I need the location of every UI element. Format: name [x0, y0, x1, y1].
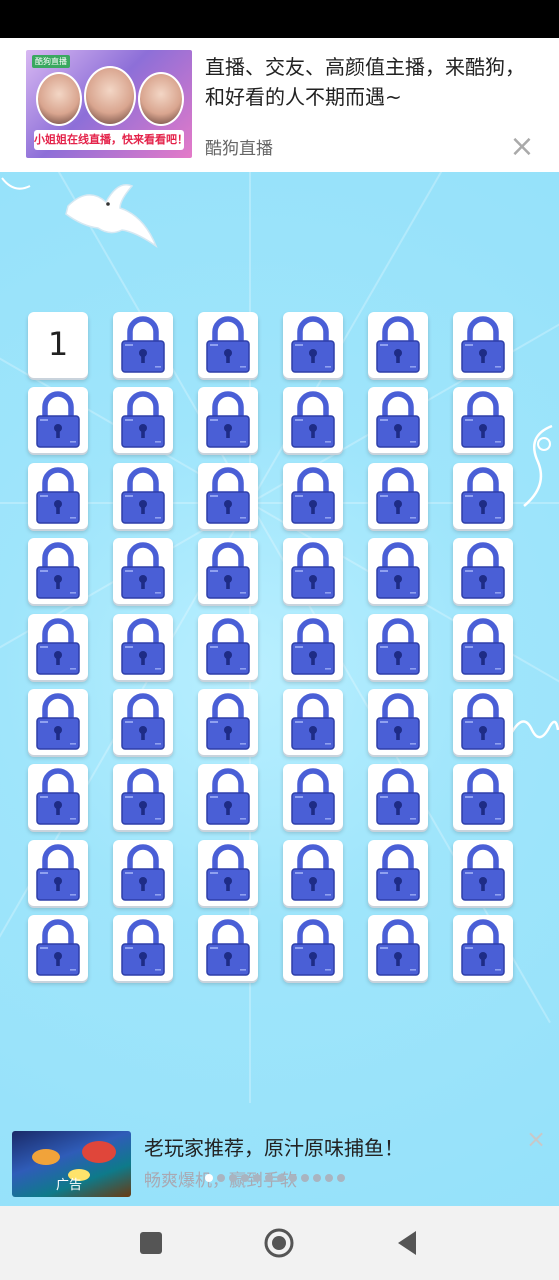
- locked-level-tile[interactable]: [198, 462, 258, 529]
- carousel-dot[interactable]: [277, 1174, 285, 1182]
- back-icon[interactable]: [390, 1226, 424, 1260]
- locked-level-tile[interactable]: [283, 312, 343, 378]
- locked-level-tile[interactable]: [453, 387, 513, 454]
- locked-level-tile[interactable]: [198, 538, 258, 605]
- locked-level-tile[interactable]: [453, 839, 513, 906]
- locked-level-tile[interactable]: [113, 689, 173, 755]
- locked-level-tile[interactable]: [198, 764, 258, 831]
- carousel-dot[interactable]: [253, 1174, 261, 1182]
- locked-level-tile[interactable]: [28, 462, 88, 529]
- locked-level-tile[interactable]: [113, 538, 173, 605]
- locked-level-tile[interactable]: [368, 312, 428, 378]
- streamer-photo: [84, 66, 136, 126]
- locked-level-tile[interactable]: [198, 387, 258, 454]
- carousel-dot[interactable]: [289, 1174, 297, 1182]
- locked-level-tile[interactable]: [113, 915, 173, 982]
- fish-image: [32, 1149, 60, 1165]
- locked-level-tile[interactable]: [113, 387, 173, 454]
- locked-level-tile[interactable]: [453, 613, 513, 680]
- fish-image: [82, 1141, 116, 1163]
- locked-level-tile[interactable]: [113, 613, 173, 680]
- close-icon[interactable]: ×: [508, 132, 536, 162]
- carousel-dot[interactable]: [337, 1174, 345, 1182]
- locked-level-tile[interactable]: [453, 312, 513, 378]
- locked-level-tile[interactable]: [113, 312, 173, 378]
- recent-apps-icon[interactable]: [134, 1226, 168, 1260]
- streamer-photo: [36, 72, 82, 126]
- swirl-decoration: [523, 424, 553, 507]
- carousel-dot[interactable]: [313, 1174, 321, 1182]
- top-ad-brand-tag: 酷狗直播: [32, 55, 70, 68]
- locked-level-tile[interactable]: [283, 915, 343, 982]
- locked-level-tile[interactable]: [198, 312, 258, 378]
- locked-level-tile[interactable]: [113, 764, 173, 831]
- locked-level-tile[interactable]: [368, 538, 428, 605]
- system-navigation-bar: [0, 1206, 559, 1280]
- carousel-dot[interactable]: [241, 1174, 249, 1182]
- locked-level-tile[interactable]: [113, 839, 173, 906]
- locked-level-tile[interactable]: [283, 689, 343, 755]
- ad-label: 广告: [56, 1178, 83, 1193]
- locked-level-tile[interactable]: [453, 689, 513, 755]
- carousel-dot[interactable]: [205, 1174, 213, 1182]
- bottom-ad-title[interactable]: 老玩家推荐，原汁原味捕鱼！: [144, 1132, 404, 1161]
- status-bar: [0, 0, 559, 38]
- bottom-ad-thumbnail[interactable]: 广告: [12, 1131, 131, 1197]
- top-ad-banner[interactable]: 酷狗直播 小姐姐在线直播，快来看看吧！ 直播、交友、高颜值主播，来酷狗，和好看的…: [0, 38, 559, 172]
- close-icon[interactable]: ×: [524, 1127, 548, 1152]
- streamer-photo: [138, 72, 184, 126]
- home-icon[interactable]: [262, 1226, 296, 1260]
- top-ad-thumbnail-banner: 小姐姐在线直播，快来看看吧！: [34, 130, 184, 150]
- carousel-dot[interactable]: [325, 1174, 333, 1182]
- locked-level-tile[interactable]: [28, 613, 88, 680]
- locked-level-tile[interactable]: [368, 689, 428, 755]
- locked-level-tile[interactable]: [198, 689, 258, 755]
- locked-level-tile[interactable]: [283, 387, 343, 454]
- level-button[interactable]: 1: [28, 312, 88, 378]
- locked-level-tile[interactable]: [368, 613, 428, 680]
- carousel-dot[interactable]: [301, 1174, 309, 1182]
- swirl-decoration: [1, 177, 31, 190]
- locked-level-tile[interactable]: [198, 915, 258, 982]
- dove-icon: [65, 184, 158, 249]
- swirl-decoration: [510, 720, 559, 739]
- locked-level-tile[interactable]: [28, 764, 88, 831]
- locked-level-tile[interactable]: [283, 839, 343, 906]
- bottom-ad-banner[interactable]: 广告 老玩家推荐，原汁原味捕鱼！ 畅爽爆机，赢到手软 ×: [0, 1120, 559, 1206]
- locked-level-tile[interactable]: [28, 538, 88, 605]
- locked-level-tile[interactable]: [28, 839, 88, 906]
- locked-level-tile[interactable]: [28, 387, 88, 454]
- locked-level-tile[interactable]: [283, 613, 343, 680]
- locked-level-tile[interactable]: [453, 538, 513, 605]
- locked-level-tile[interactable]: [453, 764, 513, 831]
- locked-level-tile[interactable]: [368, 915, 428, 982]
- locked-level-tile[interactable]: [368, 462, 428, 529]
- locked-level-tile[interactable]: [198, 839, 258, 906]
- locked-level-tile[interactable]: [368, 764, 428, 831]
- top-ad-title[interactable]: 直播、交友、高颜值主播，来酷狗，和好看的人不期而遇~: [205, 52, 525, 112]
- carousel-dot[interactable]: [217, 1174, 225, 1182]
- top-ad-thumbnail[interactable]: 酷狗直播 小姐姐在线直播，快来看看吧！: [26, 50, 192, 158]
- locked-level-tile[interactable]: [28, 689, 88, 755]
- carousel-dot[interactable]: [229, 1174, 237, 1182]
- locked-level-tile[interactable]: [368, 387, 428, 454]
- locked-level-tile[interactable]: [453, 462, 513, 529]
- locked-level-tile[interactable]: [453, 915, 513, 982]
- locked-level-tile[interactable]: [283, 538, 343, 605]
- locked-level-tile[interactable]: [113, 462, 173, 529]
- locked-level-tile[interactable]: [283, 764, 343, 831]
- carousel-dot[interactable]: [265, 1174, 273, 1182]
- level-select-area: 1: [0, 172, 559, 1206]
- locked-level-tile[interactable]: [368, 839, 428, 906]
- locked-level-tile[interactable]: [198, 613, 258, 680]
- locked-level-tile[interactable]: [283, 462, 343, 529]
- top-ad-source: 酷狗直播: [205, 139, 273, 159]
- locked-level-tile[interactable]: [28, 915, 88, 982]
